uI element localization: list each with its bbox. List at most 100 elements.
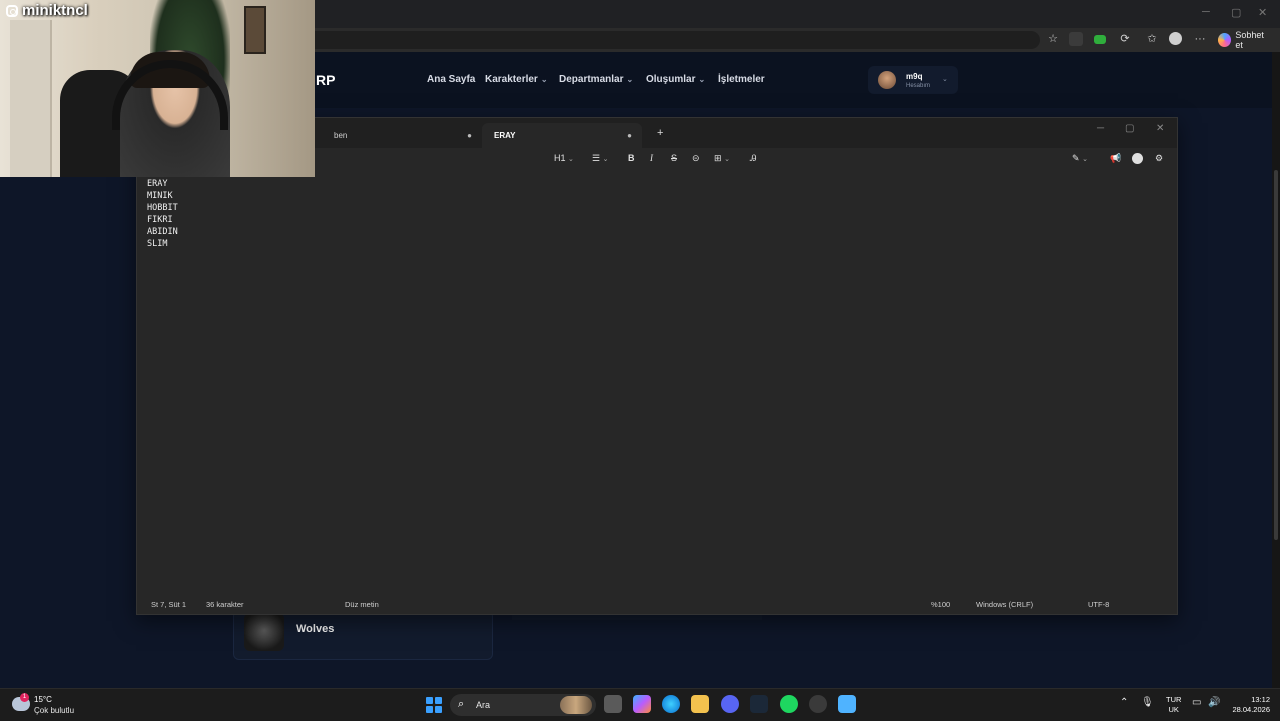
search-placeholder: Ara bbox=[476, 700, 491, 710]
task-view-icon[interactable] bbox=[604, 695, 622, 713]
weather-temp: 15°C bbox=[34, 695, 52, 704]
system-clock[interactable]: 13:12 28.04.2026 bbox=[1228, 695, 1270, 715]
editor-line: SLIM bbox=[147, 239, 168, 249]
language-indicator[interactable]: TUR UK bbox=[1166, 695, 1181, 715]
microphone-icon[interactable]: 🎙 bbox=[1141, 697, 1154, 708]
cursor-position: St 7, Süt 1 bbox=[151, 600, 187, 609]
clock-time: 13:12 bbox=[1251, 695, 1270, 704]
site-logo[interactable]: RP bbox=[316, 72, 335, 88]
copilot-app-icon[interactable] bbox=[633, 695, 651, 713]
extension-green-icon[interactable] bbox=[1094, 35, 1106, 44]
table-dropdown[interactable]: ⊞ ⌄ bbox=[714, 153, 730, 164]
chevron-up-icon[interactable]: ⌃ bbox=[1120, 697, 1128, 708]
megaphone-icon[interactable]: 📢 bbox=[1110, 153, 1121, 164]
spotify-icon[interactable] bbox=[780, 695, 798, 713]
account-icon[interactable] bbox=[1132, 153, 1143, 164]
taskbar: 1 15°C Çok bulutlu ⌕ Ara ⌃ 🎙 TUR UK ▭ 🔊 … bbox=[0, 688, 1280, 721]
chevron-down-icon: ⌄ bbox=[626, 75, 634, 84]
encoding[interactable]: UTF-8 bbox=[1088, 600, 1109, 609]
file-explorer-icon[interactable] bbox=[691, 695, 709, 713]
copilot-icon bbox=[1218, 33, 1232, 47]
notepad-statusbar: St 7, Süt 1 36 karakter Düz metin %100 W… bbox=[137, 594, 1177, 614]
windows-logo-icon bbox=[426, 706, 433, 713]
extension-icon[interactable] bbox=[1069, 32, 1083, 46]
notepad-maximize-button[interactable]: ▢ bbox=[1125, 123, 1134, 134]
list-icon: ☰ bbox=[592, 153, 601, 163]
start-button[interactable] bbox=[426, 697, 442, 713]
more-icon[interactable]: ··· bbox=[1193, 32, 1207, 46]
browser-close-button[interactable]: ✕ bbox=[1258, 6, 1267, 19]
heading-label: H1 bbox=[554, 153, 566, 163]
nav-characters[interactable]: Karakterler ⌄ bbox=[485, 74, 548, 85]
notepad-editor[interactable]: ERAY MINIK HOBBIT FIKRI ABIDIN SLIM bbox=[147, 178, 178, 250]
editor-line: ABIDIN bbox=[147, 227, 178, 237]
gear-icon[interactable]: ⚙ bbox=[1155, 153, 1163, 164]
network-icon[interactable]: ▭ bbox=[1192, 697, 1201, 708]
heading-dropdown[interactable]: H1 ⌄ bbox=[554, 153, 574, 163]
account-subtitle: Hesabım bbox=[906, 83, 931, 89]
weather-desc: Çok bulutlu bbox=[34, 706, 75, 715]
editor-line: HOBBIT bbox=[147, 203, 178, 213]
bold-button[interactable]: B bbox=[628, 153, 635, 163]
account-menu[interactable]: m9q Hesabım ⌄ bbox=[868, 66, 958, 94]
favorites-icon[interactable]: ✩ bbox=[1145, 32, 1159, 46]
weather-badge: 1 bbox=[20, 693, 29, 702]
search-highlight-image bbox=[560, 696, 592, 714]
tab-label: ben bbox=[334, 131, 348, 140]
steam-icon[interactable] bbox=[750, 695, 768, 713]
chat-button[interactable]: Sobhet et bbox=[1214, 30, 1280, 50]
chevron-down-icon: ⌄ bbox=[602, 156, 609, 163]
profile-icon[interactable] bbox=[1169, 32, 1182, 45]
notepad-window: ben ● ERAY ● + ─ ▢ ✕ H1 ⌄ ☰ ⌄ B I S ⊝ ⊞ … bbox=[136, 117, 1178, 615]
nav-businesses[interactable]: İşletmeler bbox=[718, 74, 765, 85]
table-icon: ⊞ bbox=[714, 153, 722, 163]
language-code: TUR bbox=[1166, 695, 1182, 704]
nav-characters-label: Karakterler bbox=[485, 74, 538, 85]
nav-home[interactable]: Ana Sayfa bbox=[427, 74, 475, 85]
extension-puzzle-icon[interactable]: ⟳ bbox=[1118, 32, 1132, 46]
windows-logo-icon bbox=[435, 706, 442, 713]
new-tab-button[interactable]: + bbox=[657, 127, 663, 139]
unsaved-dot-icon[interactable]: ● bbox=[467, 131, 472, 140]
zoom-level[interactable]: %100 bbox=[931, 600, 950, 609]
editor-line: ERAY bbox=[147, 179, 168, 189]
strikethrough-button[interactable]: S bbox=[671, 153, 677, 163]
clock-date: 28.04.2026 bbox=[1232, 705, 1270, 714]
editor-line: MINIK bbox=[147, 191, 173, 201]
browser-maximize-button[interactable]: ▢ bbox=[1231, 6, 1241, 19]
notepad-minimize-button[interactable]: ─ bbox=[1097, 123, 1104, 134]
gta-launcher-icon[interactable] bbox=[809, 695, 827, 713]
organization-card[interactable]: Wolves bbox=[233, 610, 493, 660]
notepad-close-button[interactable]: ✕ bbox=[1156, 123, 1164, 134]
unsaved-dot-icon[interactable]: ● bbox=[627, 131, 632, 140]
edge-icon[interactable] bbox=[662, 695, 680, 713]
star-icon[interactable]: ☆ bbox=[1046, 32, 1060, 46]
webcam-overlay: miniktncl bbox=[0, 0, 315, 177]
browser-minimize-button[interactable]: ─ bbox=[1202, 6, 1210, 18]
char-count: 36 karakter bbox=[206, 600, 244, 609]
line-ending[interactable]: Windows (CRLF) bbox=[976, 600, 1033, 609]
webcam-background-frame bbox=[244, 6, 266, 54]
page-scrollbar-thumb[interactable] bbox=[1274, 170, 1278, 540]
list-dropdown[interactable]: ☰ ⌄ bbox=[592, 153, 608, 164]
clear-formatting-icon[interactable]: Ꭿ bbox=[750, 153, 757, 164]
wolves-logo bbox=[244, 613, 284, 651]
keyboard-layout: UK bbox=[1168, 705, 1179, 714]
chevron-down-icon: ⌄ bbox=[1082, 156, 1088, 163]
taskbar-search[interactable]: ⌕ Ara bbox=[450, 694, 596, 716]
discord-icon[interactable] bbox=[721, 695, 739, 713]
tab-eray[interactable]: ERAY ● bbox=[482, 123, 642, 148]
tab-ben[interactable]: ben ● bbox=[322, 123, 482, 148]
italic-button[interactable]: I bbox=[650, 153, 653, 163]
chevron-down-icon: ⌄ bbox=[540, 75, 548, 84]
nav-departments[interactable]: Departmanlar ⌄ bbox=[559, 74, 633, 85]
streamer-name: miniktncl bbox=[22, 2, 88, 19]
notepad-app-icon[interactable] bbox=[838, 695, 856, 713]
nav-creations[interactable]: Oluşumlar ⌄ bbox=[646, 74, 705, 85]
search-icon: ⌕ bbox=[458, 698, 465, 710]
text-format[interactable]: Düz metin bbox=[345, 600, 379, 609]
volume-icon[interactable]: 🔊 bbox=[1208, 697, 1220, 708]
copilot-rewrite-dropdown[interactable]: ✎ ⌄ bbox=[1072, 153, 1088, 164]
link-icon[interactable]: ⊝ bbox=[692, 153, 700, 164]
address-bar[interactable] bbox=[300, 31, 1040, 49]
